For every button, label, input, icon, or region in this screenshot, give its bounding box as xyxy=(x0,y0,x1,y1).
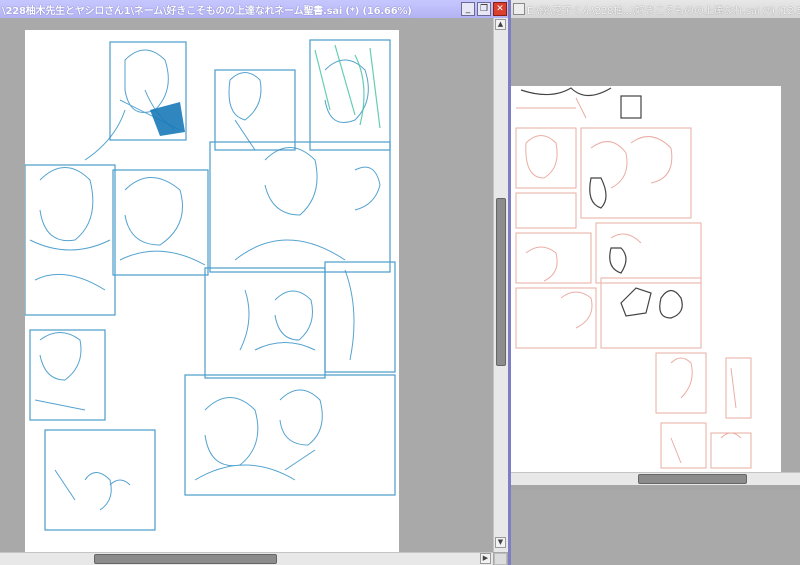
left-window-controls: _ ❐ ✕ xyxy=(461,2,507,16)
restore-button[interactable]: ❐ xyxy=(477,2,491,16)
left-canvas-area[interactable] xyxy=(0,18,493,552)
left-horizontal-scrollbar[interactable]: ▶ xyxy=(0,552,493,565)
scroll-corner xyxy=(494,553,507,565)
right-window-titlebar[interactable]: E:\絵\花子くん\228柚...\好きこそものの上達なれ.sai (*) (1… xyxy=(511,0,800,18)
workspace-background xyxy=(511,490,800,565)
left-vertical-scrollbar[interactable]: ▲ ▼ xyxy=(493,18,508,552)
right-sketch-drawing xyxy=(515,87,752,469)
right-window-title: E:\絵\花子くん\228柚...\好きこそものの上達なれ.sai (*) (1… xyxy=(527,5,800,17)
scroll-down-arrow[interactable]: ▼ xyxy=(495,537,506,548)
minimize-button[interactable]: _ xyxy=(461,2,475,16)
scroll-up-arrow[interactable]: ▲ xyxy=(495,19,506,30)
scroll-right-arrow[interactable]: ▶ xyxy=(480,553,491,564)
left-window-title: \228柚木先生とヤシロさん1\ネーム\好きこそものの上達なれネーム聖書.sai… xyxy=(2,5,412,17)
window-system-icon[interactable] xyxy=(513,3,525,15)
horizontal-scroll-thumb[interactable] xyxy=(94,554,277,564)
right-canvas-window[interactable]: E:\絵\花子くん\228柚...\好きこそものの上達なれ.sai (*) (1… xyxy=(511,0,800,490)
right-canvas-area[interactable] xyxy=(511,18,800,472)
left-window-titlebar[interactable]: \228柚木先生とヤシロさん1\ネーム\好きこそものの上達なれネーム聖書.sai… xyxy=(0,0,508,18)
right-horizontal-scroll-thumb[interactable] xyxy=(638,474,747,484)
left-canvas-window[interactable]: \228柚木先生とヤシロさん1\ネーム\好きこそものの上達なれネーム聖書.sai… xyxy=(0,0,508,565)
right-horizontal-scrollbar[interactable] xyxy=(511,472,800,485)
left-manuscript-page[interactable] xyxy=(25,30,399,552)
left-sketch-drawing xyxy=(25,39,396,531)
close-button[interactable]: ✕ xyxy=(493,2,507,16)
vertical-scroll-thumb[interactable] xyxy=(496,198,506,366)
